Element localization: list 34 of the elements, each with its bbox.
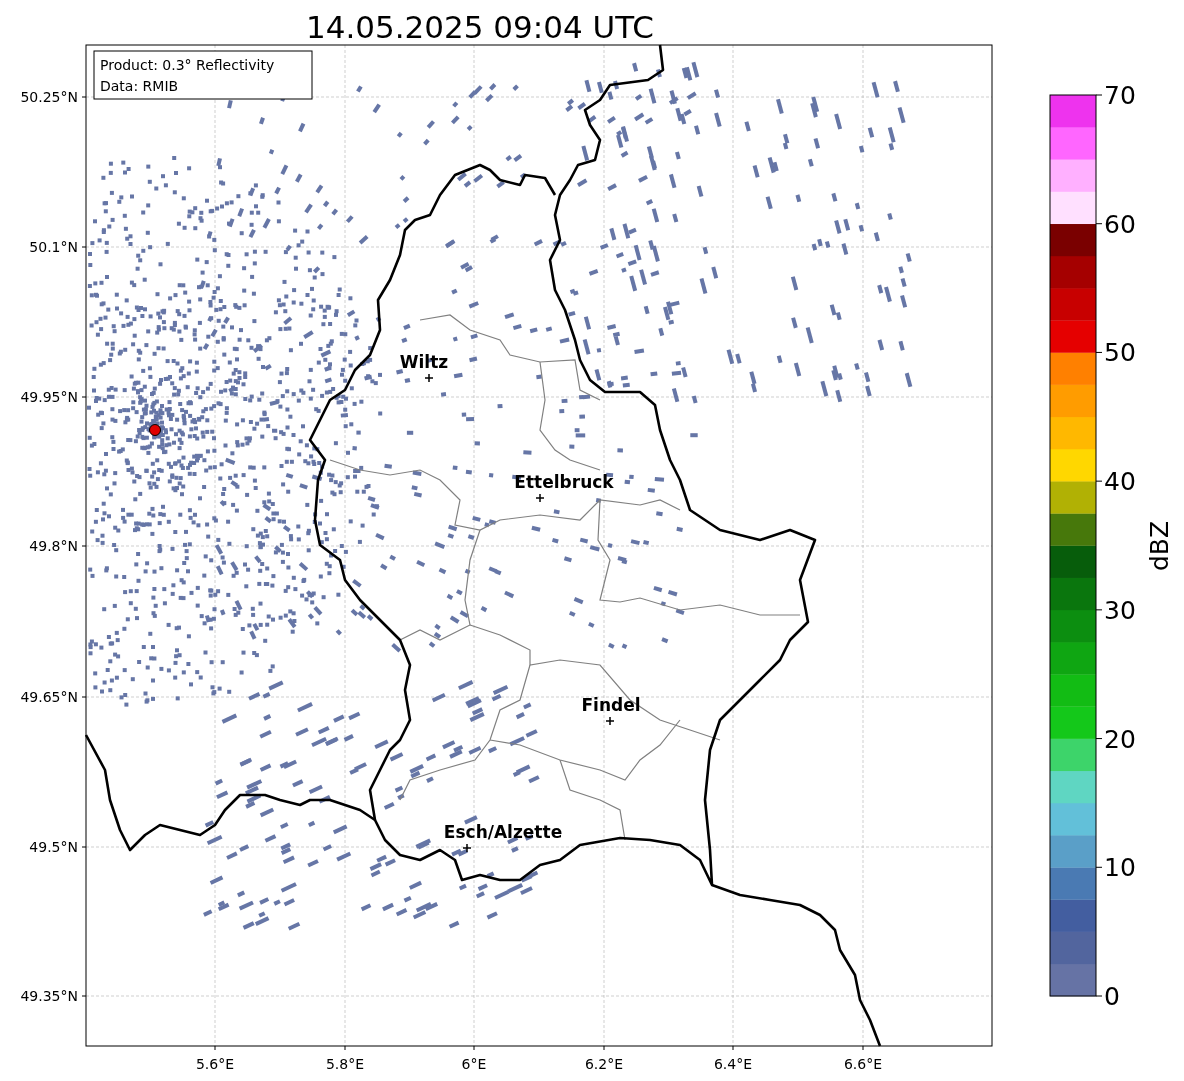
city-marker	[605, 716, 615, 726]
axis-tick-label: 6°E	[461, 1056, 487, 1072]
colorbar-tick-label: 0	[1104, 982, 1120, 1011]
axis-tick-label: 49.8°N	[29, 538, 78, 554]
colorbar-tick-label: 30	[1104, 595, 1136, 625]
city-label: Esch/Alzette	[443, 822, 563, 842]
axis-tick-label: 49.65°N	[20, 689, 78, 705]
colorbar-label: dBZ	[1145, 520, 1174, 572]
colorbar-tick-label: 50	[1104, 338, 1136, 368]
info-box-text: Product: 0.3° Reflectivity	[100, 57, 275, 73]
city-label: Ettelbruck	[514, 472, 614, 492]
axis-tick-label: 6.2°E	[584, 1056, 624, 1072]
colorbar-tick-label: 10	[1104, 853, 1136, 883]
axis-tick-label: 6.6°E	[843, 1056, 883, 1072]
colorbar-tick-label: 70	[1104, 81, 1136, 110]
city-marker	[462, 843, 472, 853]
axis-tick-label: 49.35°N	[20, 988, 78, 1004]
colorbar-tick-label: 60	[1104, 209, 1136, 239]
axis-tick-label: 5.6°E	[195, 1056, 235, 1072]
axis-tick-label: 50.25°N	[20, 89, 78, 105]
city-marker	[424, 373, 434, 383]
axis-tick-label: 5.8°E	[325, 1056, 365, 1072]
axis-tick-label: 50.1°N	[29, 239, 78, 255]
city-label: Findel	[581, 695, 641, 715]
radar-site-marker	[149, 424, 161, 436]
axis-tick-label: 49.5°N	[29, 839, 78, 855]
city-label: Wiltz	[399, 352, 449, 372]
colorbar-tick-label: 20	[1104, 724, 1136, 754]
chart-title: 14.05.2025 09:04 UTC	[306, 9, 654, 45]
city-marker	[535, 493, 545, 503]
axis-tick-label: 49.95°N	[20, 389, 78, 405]
colorbar-tick-label: 40	[1104, 467, 1136, 497]
axis-tick-label: 6.4°E	[713, 1056, 753, 1072]
info-box-text: Data: RMIB	[100, 78, 179, 94]
